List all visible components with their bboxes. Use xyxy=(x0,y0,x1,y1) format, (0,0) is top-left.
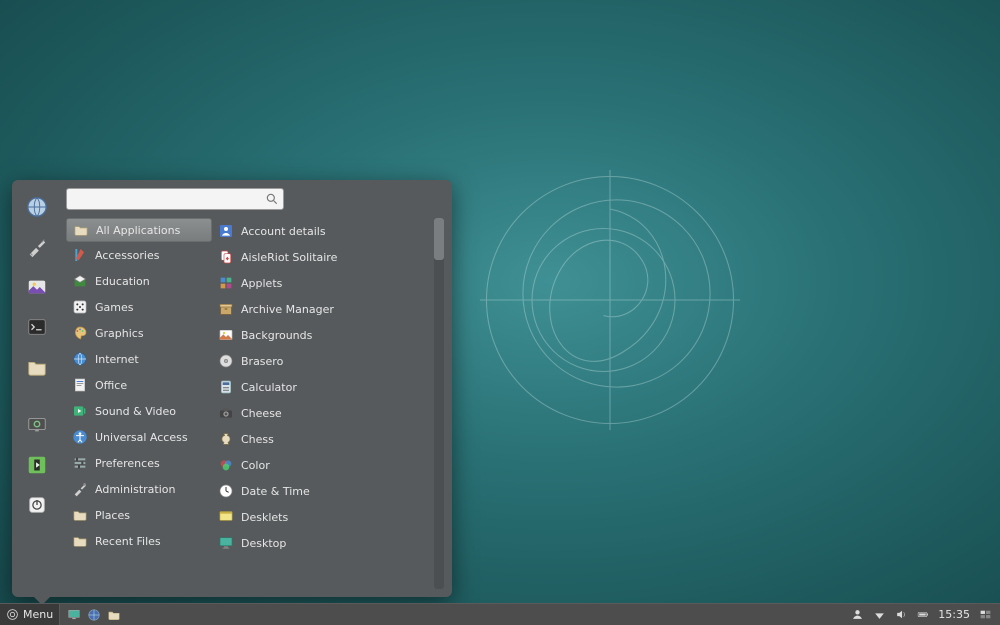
cat-all-applications[interactable]: All Applications xyxy=(66,218,212,242)
cat-graphics[interactable]: Graphics xyxy=(66,320,212,346)
menu-content: All Applications Accessories Education G… xyxy=(60,188,444,589)
fav-lock-screen[interactable] xyxy=(20,408,54,442)
office-icon xyxy=(72,377,88,393)
cat-universal-access[interactable]: Universal Access xyxy=(66,424,212,450)
menu-button-label: Menu xyxy=(23,608,53,621)
svg-text:♦: ♦ xyxy=(225,256,230,262)
menu-button[interactable]: Menu xyxy=(0,604,60,625)
cat-accessories[interactable]: Accessories xyxy=(66,242,212,268)
favorites-sidebar xyxy=(20,188,60,589)
universal-access-icon xyxy=(72,429,88,445)
app-archive-manager[interactable]: Archive Manager xyxy=(212,296,432,322)
cat-administration[interactable]: Administration xyxy=(66,476,212,502)
internet-icon xyxy=(72,351,88,367)
cat-internet[interactable]: Internet xyxy=(66,346,212,372)
panel-files[interactable] xyxy=(106,607,122,623)
app-desklets[interactable]: Desklets xyxy=(212,504,432,530)
app-aisleriot-solitaire[interactable]: ♦ AisleRiot Solitaire xyxy=(212,244,432,270)
category-list: All Applications Accessories Education G… xyxy=(66,218,212,589)
folder-icon xyxy=(72,533,88,549)
backgrounds-icon xyxy=(218,327,234,343)
panel-browser[interactable] xyxy=(86,607,102,623)
administration-icon xyxy=(72,481,88,497)
fav-terminal[interactable] xyxy=(20,310,54,344)
brasero-icon xyxy=(218,353,234,369)
applets-icon xyxy=(218,275,234,291)
games-icon xyxy=(72,299,88,315)
debian-swirl-decoration xyxy=(480,170,740,430)
archive-icon xyxy=(218,301,234,317)
app-cheese[interactable]: Cheese xyxy=(212,400,432,426)
datetime-icon xyxy=(218,483,234,499)
app-desktop[interactable]: Desktop xyxy=(212,530,432,556)
app-chess[interactable]: Chess xyxy=(212,426,432,452)
app-date-time[interactable]: Date & Time xyxy=(212,478,432,504)
graphics-icon xyxy=(72,325,88,341)
cat-preferences[interactable]: Preferences xyxy=(66,450,212,476)
app-applets[interactable]: Applets xyxy=(212,270,432,296)
education-icon xyxy=(72,273,88,289)
accessories-icon xyxy=(72,247,88,263)
panel-launchers xyxy=(60,604,128,625)
folder-icon xyxy=(72,507,88,523)
preferences-icon xyxy=(72,455,88,471)
tray-clock[interactable]: 15:35 xyxy=(938,608,970,621)
tray-user-icon[interactable] xyxy=(850,608,864,622)
tray-battery-icon[interactable] xyxy=(916,608,930,622)
sound-video-icon xyxy=(72,403,88,419)
folder-icon xyxy=(73,222,89,238)
fav-web-browser[interactable] xyxy=(20,190,54,224)
application-list: Account details ♦ AisleRiot Solitaire Ap… xyxy=(212,218,444,589)
fav-files[interactable] xyxy=(20,350,54,384)
calculator-icon xyxy=(218,379,234,395)
app-list-scrollbar[interactable] xyxy=(434,218,444,589)
cinnamon-logo-icon xyxy=(6,608,19,621)
cheese-icon xyxy=(218,405,234,421)
system-tray: 15:35 xyxy=(842,604,1000,625)
solitaire-icon: ♦ xyxy=(218,249,234,265)
chess-icon xyxy=(218,431,234,447)
app-color[interactable]: Color xyxy=(212,452,432,478)
scroll-thumb[interactable] xyxy=(434,218,444,260)
desktop-icon xyxy=(218,535,234,551)
cat-places[interactable]: Places xyxy=(66,502,212,528)
search-icon xyxy=(265,192,279,206)
app-calculator[interactable]: Calculator xyxy=(212,374,432,400)
app-brasero[interactable]: Brasero xyxy=(212,348,432,374)
panel-show-desktop[interactable] xyxy=(66,607,82,623)
cat-office[interactable]: Office xyxy=(66,372,212,398)
taskbar-panel: Menu 15:35 xyxy=(0,603,1000,625)
desktop-wallpaper: All Applications Accessories Education G… xyxy=(0,0,1000,625)
fav-shutdown[interactable] xyxy=(20,488,54,522)
menu-search[interactable] xyxy=(66,188,284,210)
desklets-icon xyxy=(218,509,234,525)
account-icon xyxy=(218,223,234,239)
app-backgrounds[interactable]: Backgrounds xyxy=(212,322,432,348)
app-account-details[interactable]: Account details xyxy=(212,218,432,244)
fav-settings[interactable] xyxy=(20,230,54,264)
cat-education[interactable]: Education xyxy=(66,268,212,294)
cat-recent-files[interactable]: Recent Files xyxy=(66,528,212,554)
application-menu: All Applications Accessories Education G… xyxy=(12,180,452,597)
color-icon xyxy=(218,457,234,473)
fav-image-viewer[interactable] xyxy=(20,270,54,304)
fav-log-out[interactable] xyxy=(20,448,54,482)
tray-network-icon[interactable] xyxy=(872,608,886,622)
cat-games[interactable]: Games xyxy=(66,294,212,320)
tray-workspace-icon[interactable] xyxy=(978,608,992,622)
search-input[interactable] xyxy=(67,189,283,209)
tray-volume-icon[interactable] xyxy=(894,608,908,622)
cat-sound-video[interactable]: Sound & Video xyxy=(66,398,212,424)
